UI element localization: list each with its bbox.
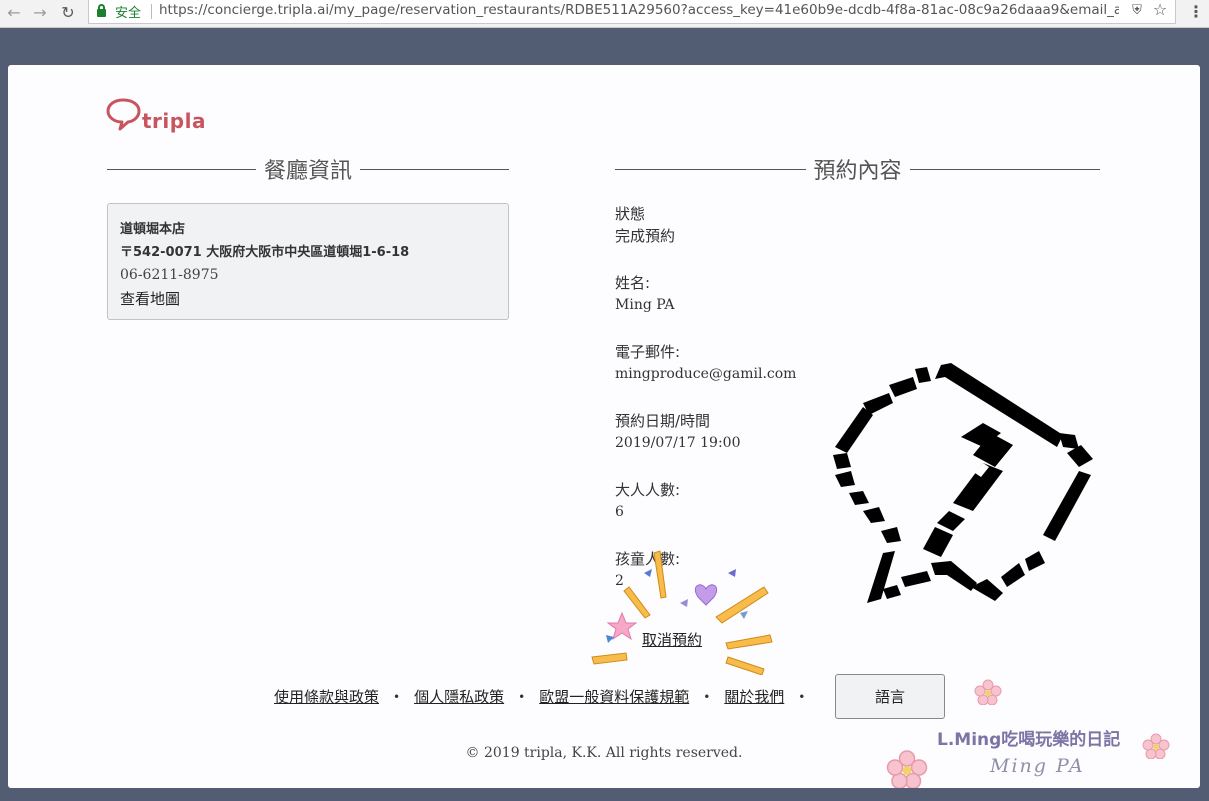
restaurant-info-heading: 餐廳資訊 (107, 153, 510, 185)
heading-rule (360, 168, 510, 170)
copyright-label: © 2019 tripla, K.K. All rights reserved. (465, 745, 743, 761)
browser-toolbar: ← → ↻ 安全 https://concierge.tripla.ai/my_… (0, 0, 1209, 28)
address-bar[interactable]: 安全 https://concierge.tripla.ai/my_page/r… (88, 0, 1176, 24)
detail-email: 電子郵件: mingproduce@gamil.com (615, 341, 875, 410)
reload-icon[interactable]: ↻ (58, 3, 78, 23)
heading-rule (615, 168, 806, 170)
address-divider (151, 4, 152, 19)
cancel-reservation-link[interactable]: 取消預約 (642, 629, 702, 650)
reservation-details-heading: 預約內容 (615, 153, 1101, 185)
back-icon[interactable]: ← (4, 3, 24, 23)
restaurant-info-title: 餐廳資訊 (264, 159, 353, 184)
restaurant-phone[interactable]: 06-6211-8975 (120, 264, 496, 287)
tripla-logo[interactable]: tripla (106, 97, 205, 133)
detail-children: 孩童人數: 2 (615, 548, 875, 617)
cherry-blossom-icon (974, 679, 1002, 705)
footer-separator: • (393, 689, 401, 704)
language-button[interactable]: 語言 (835, 674, 945, 719)
detail-value: 2 (615, 573, 624, 589)
blog-watermark-title: L.Ming吃喝玩樂的日記 (937, 730, 1121, 750)
heading-rule (909, 168, 1101, 170)
detail-datetime: 預約日期/時間 2019/07/17 19:00 (615, 410, 875, 479)
heading-rule (107, 168, 256, 170)
footer-separator: • (798, 689, 806, 704)
detail-value: 完成預約 (615, 227, 676, 245)
detail-label: 預約日期/時間 (615, 412, 711, 430)
detail-label: 狀態 (615, 205, 646, 223)
browser-menu-icon[interactable]: ⋮ (1188, 2, 1204, 22)
restaurant-card: 道頓堀本店 〒542-0071 大阪府大阪市中央區道頓堀1-6-18 06-62… (107, 203, 509, 320)
url-text[interactable]: https://concierge.tripla.ai/my_page/rese… (159, 2, 1119, 18)
reservation-details: 狀態 完成預約 姓名: Ming PA 電子郵件: mingproduce@ga… (615, 203, 875, 617)
logo-text: tripla (142, 109, 206, 133)
view-map-link[interactable]: 查看地圖 (120, 287, 496, 312)
secure-label: 安全 (115, 6, 142, 21)
footer-link-privacy[interactable]: 個人隱私政策 (414, 686, 504, 707)
reservation-page: tripla 餐廳資訊 預約內容 道頓堀本店 〒542-0071 大阪府大阪市中… (8, 65, 1200, 788)
bookmark-star-icon[interactable]: ☆ (1151, 1, 1169, 19)
detail-adults: 大人人數: 6 (615, 479, 875, 548)
speech-bubble-logo-icon (106, 98, 141, 131)
lock-icon (97, 4, 106, 17)
detail-label: 孩童人數: (615, 550, 681, 568)
extension-icon[interactable]: ⛨ (1129, 3, 1145, 19)
footer-link-terms[interactable]: 使用條款與政策 (274, 686, 379, 707)
detail-name: 姓名: Ming PA (615, 272, 875, 341)
footer-link-gdpr[interactable]: 歐盟一般資料保護規範 (539, 686, 689, 707)
detail-label: 姓名: (615, 274, 651, 292)
blog-watermark-signature: Ming PA (990, 755, 1085, 777)
footer-separator: • (518, 689, 526, 704)
detail-value: 2019/07/17 19:00 (615, 435, 741, 451)
restaurant-address: 〒542-0071 大阪府大阪市中央區道頓堀1-6-18 (120, 245, 410, 260)
detail-value: 6 (615, 504, 624, 520)
detail-label: 大人人數: (615, 481, 681, 499)
detail-value: mingproduce@gamil.com (615, 366, 797, 382)
footer-link-about[interactable]: 關於我們 (724, 686, 784, 707)
footer-separator: • (703, 689, 711, 704)
footer-nav: 使用條款與政策 • 個人隱私政策 • 歐盟一般資料保護規範 • 關於我們 • (274, 686, 819, 707)
detail-label: 電子郵件: (615, 343, 681, 361)
forward-icon[interactable]: → (30, 3, 50, 23)
restaurant-name: 道頓堀本店 (120, 222, 186, 237)
reservation-details-title: 預約內容 (813, 159, 902, 184)
detail-status: 狀態 完成預約 (615, 203, 875, 272)
detail-value: Ming PA (615, 297, 675, 313)
